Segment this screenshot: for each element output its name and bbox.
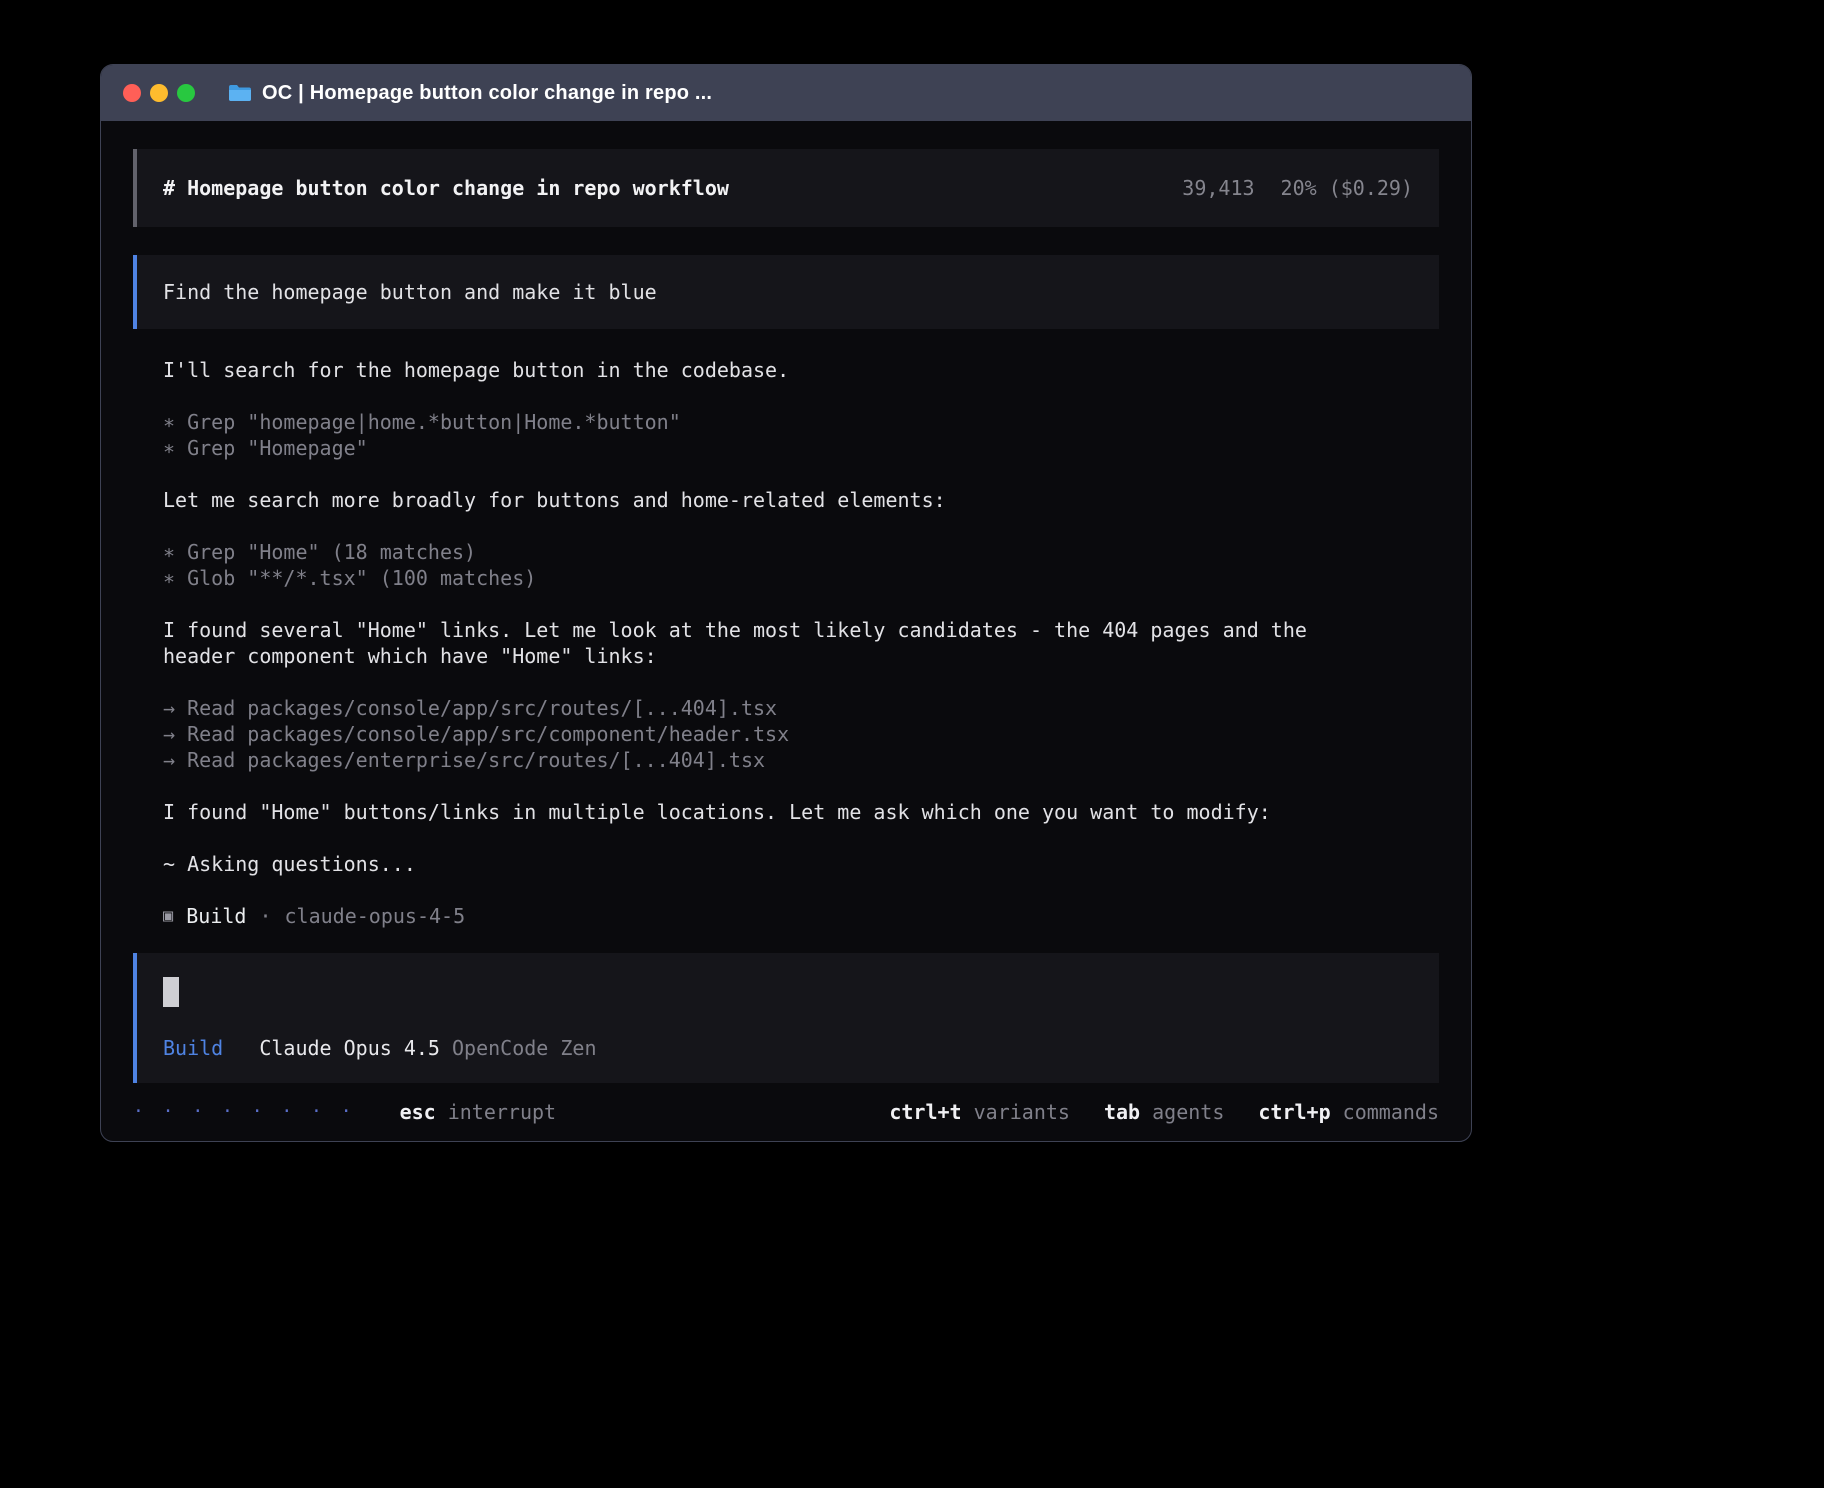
- agent-separator: ·: [259, 903, 271, 929]
- assistant-paragraph: I'll search for the homepage button in t…: [163, 357, 1439, 383]
- tool-call-line: ∗ Glob "**/*.tsx" (100 matches): [163, 565, 1439, 591]
- terminal-window: OC | Homepage button color change in rep…: [100, 64, 1472, 1142]
- user-message-text: Find the homepage button and make it blu…: [163, 279, 1413, 305]
- agent-name: Build: [186, 903, 246, 929]
- tool-call-line: ∗ Grep "homepage|home.*button|Home.*butt…: [163, 409, 1439, 435]
- assistant-paragraph: I found "Home" buttons/links in multiple…: [163, 799, 1439, 825]
- agent-status: ▣ Build · claude-opus-4-5: [163, 903, 1439, 929]
- prompt-mode: Build: [163, 1035, 223, 1061]
- agent-model: claude-opus-4-5: [285, 903, 466, 929]
- hint-agents: tab agents: [1104, 1099, 1224, 1125]
- hint-interrupt: esc interrupt: [400, 1099, 557, 1125]
- assistant-status-line: ~ Asking questions...: [163, 851, 1439, 877]
- assistant-paragraph: Let me search more broadly for buttons a…: [163, 487, 1439, 513]
- assistant-paragraph: I found several "Home" links. Let me loo…: [163, 617, 1439, 669]
- text-cursor: [163, 977, 179, 1007]
- prompt-input[interactable]: Build Claude Opus 4.5 OpenCode Zen: [133, 953, 1439, 1083]
- tool-call-line: ∗ Grep "Homepage": [163, 435, 1439, 461]
- token-count: 39,413: [1182, 175, 1254, 201]
- tool-call-line: → Read packages/enterprise/src/routes/[.…: [163, 747, 1439, 773]
- agent-icon: ▣: [163, 903, 173, 929]
- spinner-dots: · · · · · · · ·: [133, 1099, 356, 1125]
- session-header: # Homepage button color change in repo w…: [133, 149, 1439, 227]
- close-button[interactable]: [123, 84, 141, 102]
- tool-call-group: ∗ Grep "Home" (18 matches) ∗ Glob "**/*.…: [163, 539, 1439, 591]
- prompt-meta: Build Claude Opus 4.5 OpenCode Zen: [163, 1035, 1413, 1061]
- prompt-model: Claude Opus 4.5: [259, 1035, 440, 1061]
- zoom-button[interactable]: [177, 84, 195, 102]
- folder-icon: [228, 83, 252, 103]
- tool-call-line: → Read packages/console/app/src/componen…: [163, 721, 1439, 747]
- context-cost: 20% ($0.29): [1281, 175, 1413, 201]
- tool-call-line: ∗ Grep "Home" (18 matches): [163, 539, 1439, 565]
- status-bar: · · · · · · · · esc interrupt ctrl+t var…: [133, 1099, 1439, 1133]
- terminal-content: # Homepage button color change in repo w…: [101, 121, 1471, 1142]
- tool-call-group: ∗ Grep "homepage|home.*button|Home.*butt…: [163, 409, 1439, 461]
- prompt-provider: OpenCode Zen: [452, 1035, 597, 1061]
- tool-call-line: → Read packages/console/app/src/routes/[…: [163, 695, 1439, 721]
- minimize-button[interactable]: [150, 84, 168, 102]
- tool-call-group: → Read packages/console/app/src/routes/[…: [163, 695, 1439, 773]
- hint-commands: ctrl+p commands: [1258, 1099, 1439, 1125]
- window-title: OC | Homepage button color change in rep…: [262, 82, 712, 105]
- window-titlebar[interactable]: OC | Homepage button color change in rep…: [101, 65, 1471, 121]
- hint-variants: ctrl+t variants: [889, 1099, 1070, 1125]
- assistant-transcript: I'll search for the homepage button in t…: [133, 329, 1439, 953]
- session-title: # Homepage button color change in repo w…: [163, 175, 729, 201]
- user-message: Find the homepage button and make it blu…: [133, 255, 1439, 329]
